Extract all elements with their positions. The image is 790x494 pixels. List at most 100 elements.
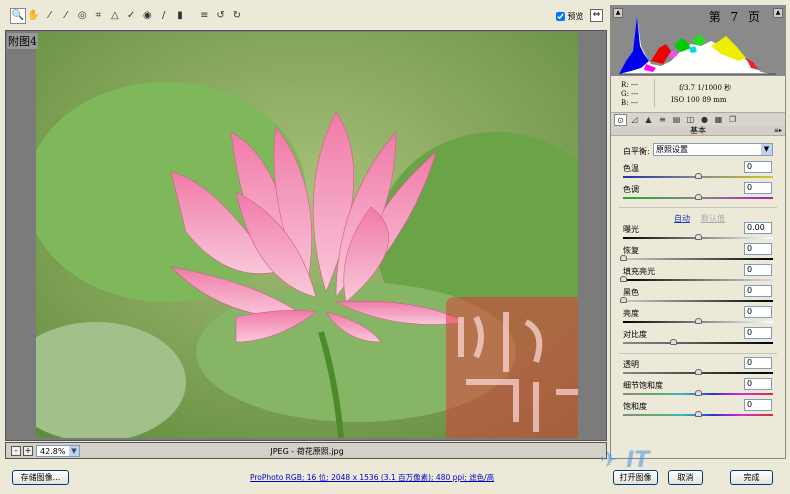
slider-label: 细节饱和度	[623, 381, 663, 390]
slider-thumb[interactable]	[695, 318, 702, 324]
tone-curve-tab[interactable]: ◿	[628, 114, 641, 126]
retouch-tool-icon[interactable]: ✓	[124, 9, 138, 23]
slider-thumb[interactable]	[695, 369, 702, 375]
snapshots-tab[interactable]: ❐	[726, 114, 739, 126]
adjustment-slider[interactable]	[623, 411, 773, 417]
open-image-button[interactable]: 打开图像	[613, 470, 658, 485]
target-adjust-tool-icon[interactable]: ◎	[75, 9, 89, 23]
shadow-clipping-warning-button[interactable]: ▲	[613, 8, 623, 18]
figure-caption: 附图4	[7, 33, 38, 49]
adjustment-slider[interactable]	[620, 255, 773, 261]
basic-tab[interactable]: ⊙	[614, 114, 627, 126]
image-info: R: --- G: --- B: --- f/3.7 1/1000 秒 ISO …	[611, 76, 785, 112]
slider-thumb[interactable]	[695, 194, 702, 200]
adjustment-slider[interactable]	[623, 234, 773, 240]
slider-value-input[interactable]: 0	[744, 182, 772, 194]
preview-check[interactable]	[556, 12, 565, 21]
workflow-options-link[interactable]: ProPhoto RGB; 16 位; 2048 x 1536 (3.1 百万像…	[250, 472, 494, 483]
panel-menu-icon[interactable]: ≡▸	[774, 126, 782, 136]
preview-checkbox[interactable]: 预览	[556, 11, 584, 22]
seal-watermark	[446, 297, 578, 438]
default-link[interactable]: 默认值	[701, 213, 725, 224]
adjustment-slider[interactable]	[623, 318, 773, 324]
slider-thumb[interactable]	[620, 297, 627, 303]
hsl-tab[interactable]: ≡	[656, 114, 669, 126]
preview-label: 预览	[567, 12, 584, 21]
slider-label: 透明	[623, 360, 639, 369]
slider-value-input[interactable]: 0	[744, 327, 772, 339]
camera-calibration-tab[interactable]: ●	[698, 114, 711, 126]
adjustment-brush-tool-icon[interactable]: /	[157, 9, 171, 23]
graduated-filter-tool-icon[interactable]: ▮	[173, 9, 187, 23]
preferences-tool-icon[interactable]: ≡	[197, 9, 211, 23]
zoom-tool-icon[interactable]: 🔍	[10, 8, 26, 24]
presets-tab[interactable]: ▦	[712, 114, 725, 126]
slider-thumb[interactable]	[695, 390, 702, 396]
auto-link[interactable]: 自动	[674, 213, 690, 224]
adjustment-slider[interactable]	[620, 297, 773, 303]
section-title: 基本 ≡▸	[611, 126, 785, 136]
open-image-label: 打开图像	[619, 473, 652, 482]
slider-label: 色调	[623, 185, 639, 194]
slider-thumb[interactable]	[695, 234, 702, 240]
fullscreen-toggle-button[interactable]: ⇔	[590, 9, 603, 22]
slider-value-input[interactable]: 0	[744, 399, 772, 411]
slider-value-input[interactable]: 0	[744, 285, 772, 297]
adjustment-slider[interactable]	[623, 173, 773, 179]
rgb-g: G: ---	[621, 90, 639, 98]
hand-tool-icon[interactable]: ✋	[26, 9, 40, 23]
slider-label: 曝光	[623, 225, 639, 234]
divider	[619, 207, 777, 208]
save-image-label: 存储图像...	[20, 473, 61, 482]
lens-tab[interactable]: ◫	[684, 114, 697, 126]
slider-label: 亮度	[623, 309, 639, 318]
iso-focal-info: ISO 100 89 mm	[671, 96, 727, 104]
straighten-tool-icon[interactable]: △	[108, 9, 122, 23]
slider-thumb[interactable]	[620, 276, 627, 282]
cancel-button[interactable]: 取消	[668, 470, 703, 485]
slider-thumb[interactable]	[620, 255, 627, 261]
slider-thumb[interactable]	[695, 173, 702, 179]
adjustment-slider[interactable]	[623, 194, 773, 200]
color-sampler-tool-icon[interactable]: ⁄	[59, 9, 73, 23]
adjustment-slider[interactable]	[620, 276, 773, 282]
divider	[619, 353, 777, 354]
adjustment-slider[interactable]	[623, 369, 773, 375]
slider-label: 填充亮光	[623, 267, 655, 276]
slider-thumb[interactable]	[695, 411, 702, 417]
exposure-info: f/3.7 1/1000 秒	[679, 84, 732, 92]
white-balance-select[interactable]: 原照设置 ▼	[653, 143, 773, 156]
rotate-left-tool-icon[interactable]: ↺	[214, 9, 228, 23]
rotate-right-tool-icon[interactable]: ↻	[230, 9, 244, 23]
red-eye-tool-icon[interactable]: ◉	[140, 9, 154, 23]
done-button[interactable]: 完成	[730, 470, 773, 485]
cancel-label: 取消	[677, 473, 694, 482]
detail-tab[interactable]: ▲	[642, 114, 655, 126]
highlight-clipping-warning-button[interactable]: ▲	[773, 8, 783, 18]
histogram: ▲ ▲ 第 7 页	[611, 6, 785, 76]
split-toning-tab[interactable]: ▤	[670, 114, 683, 126]
slider-value-input[interactable]: 0	[744, 264, 772, 276]
slider-value-input[interactable]: 0.00	[744, 222, 772, 234]
adjustment-slider[interactable]	[623, 390, 773, 396]
photo-preview[interactable]	[36, 32, 578, 438]
panel-tabs: ⊙ ◿ ▲ ≡ ▤ ◫ ● ▦ ❐	[611, 112, 785, 127]
slider-thumb[interactable]	[669, 339, 677, 345]
slider-value-input[interactable]: 0	[744, 357, 772, 369]
done-label: 完成	[743, 473, 760, 482]
file-name: JPEG - 荷花原照.jpg	[270, 447, 344, 456]
slider-label: 对比度	[623, 330, 647, 339]
slider-value-input[interactable]: 0	[744, 161, 772, 173]
save-image-button[interactable]: 存储图像...	[12, 470, 69, 485]
white-balance-label: 白平衡:	[623, 147, 650, 156]
slider-value-input[interactable]: 0	[744, 306, 772, 318]
crop-tool-icon[interactable]: ⌗	[92, 9, 106, 23]
divider	[654, 79, 655, 107]
white-balance-tool-icon[interactable]: ⁄	[43, 9, 57, 23]
adjustment-slider[interactable]	[623, 339, 773, 345]
chevron-down-icon: ▼	[761, 144, 772, 155]
slider-label: 色温	[623, 164, 639, 173]
slider-value-input[interactable]: 0	[744, 243, 772, 255]
slider-value-input[interactable]: 0	[744, 378, 772, 390]
page-label: 第 7 页	[708, 10, 763, 24]
